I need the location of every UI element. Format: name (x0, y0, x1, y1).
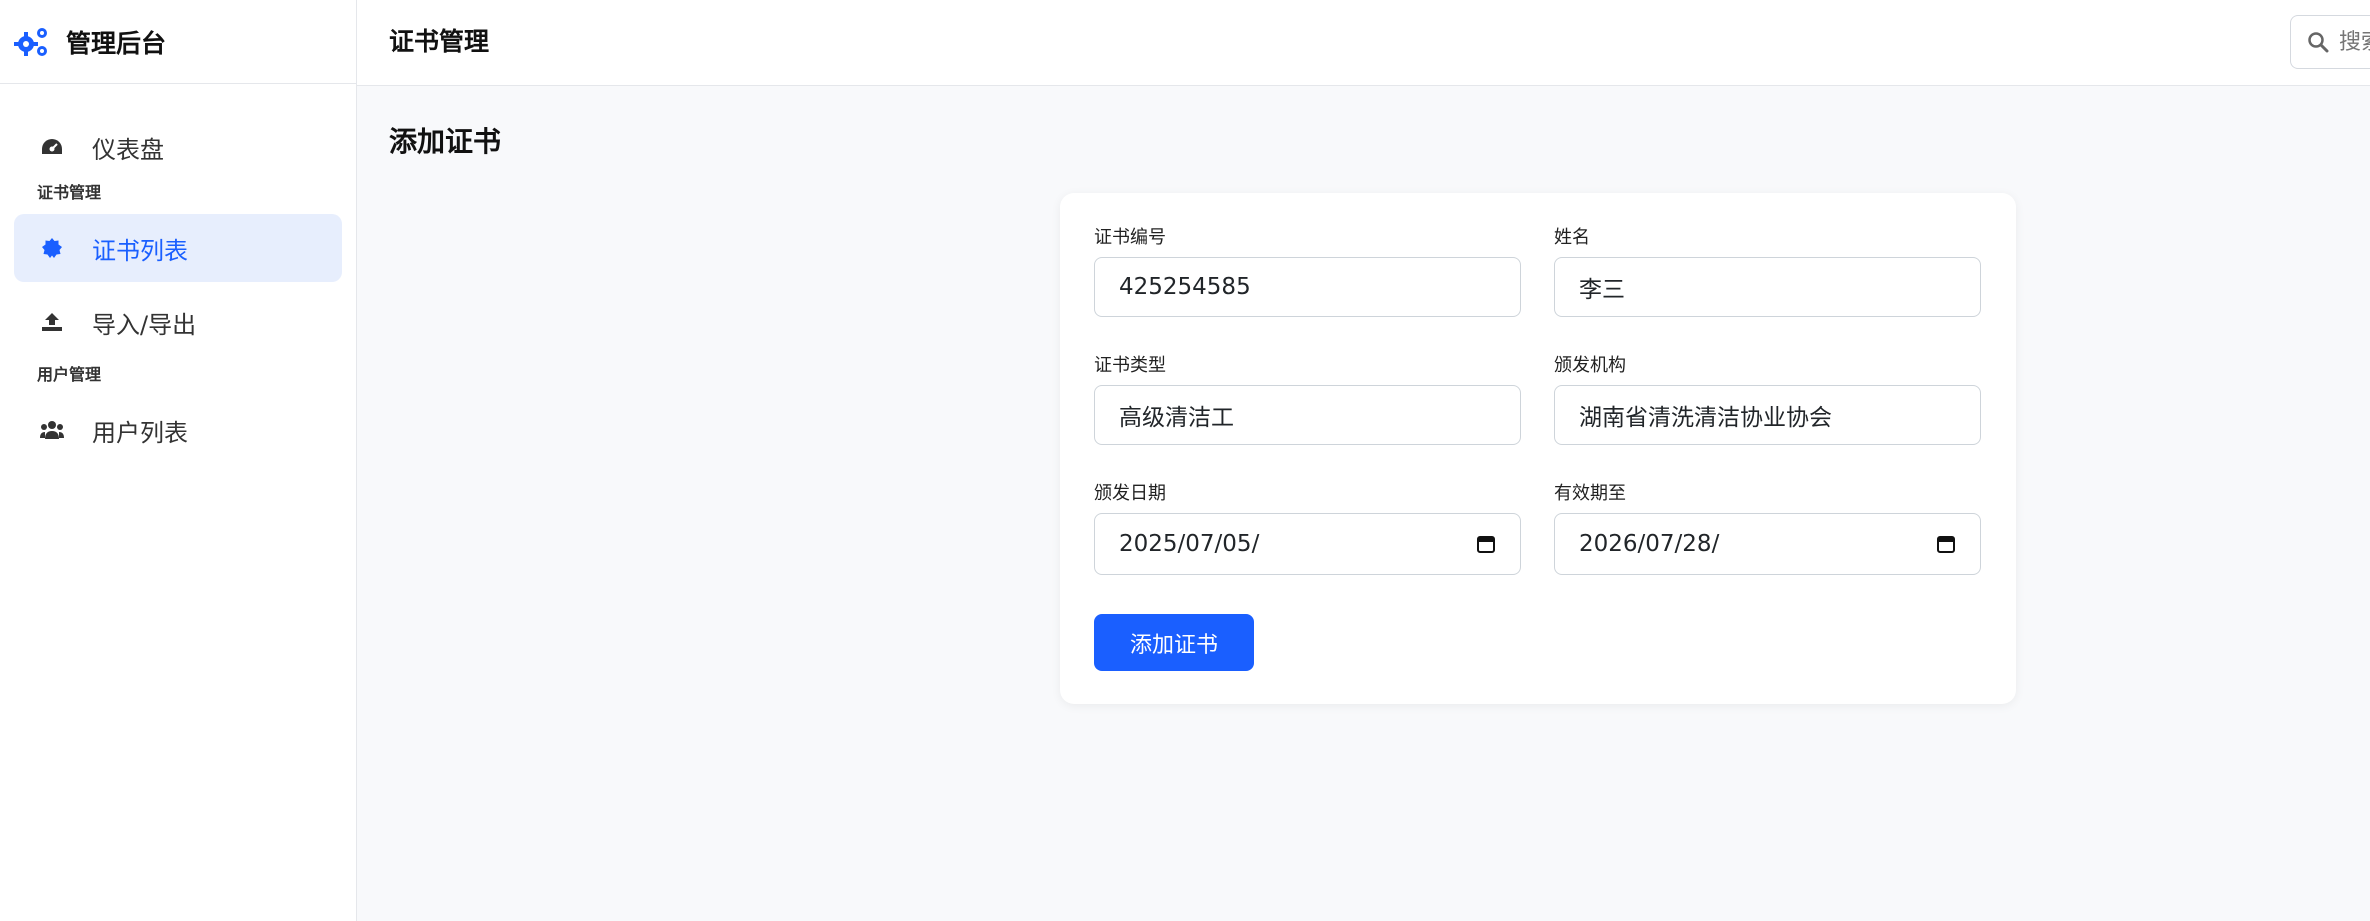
cert-number-label: 证书编号 (1094, 227, 1166, 248)
calendar-icon[interactable] (1476, 534, 1496, 554)
cert-number-value: 425254585 (1119, 274, 1251, 300)
users-icon (40, 418, 64, 442)
issuer-input[interactable]: 湖南省清洗清洁协业协会 (1554, 385, 1981, 445)
sidebar-item-dashboard[interactable]: 仪表盘 (14, 120, 342, 174)
cert-type-input[interactable]: 高级清洁工 (1094, 385, 1521, 445)
sidebar-item-cert-list[interactable]: 证书列表 (14, 214, 342, 282)
sidebar-section-cert: 证书管理 (37, 183, 102, 202)
cert-number-field-group: 证书编号 425254585 (1094, 223, 1521, 317)
sidebar-item-label: 导入/导出 (92, 310, 197, 339)
issuer-value: 湖南省清洗清洁协业协会 (1579, 405, 1832, 431)
sidebar-nav: 仪表盘 证书管理 证书列表 导入/导出 用户管理 用户列表 (0, 84, 356, 464)
app-title: 管理后台 (66, 28, 167, 58)
name-field-group: 姓名 李三 (1554, 223, 1981, 317)
sidebar-item-label: 仪表盘 (92, 135, 164, 164)
sidebar-item-label: 用户列表 (92, 418, 188, 447)
issue-date-value: 2025/07/05/ (1119, 531, 1260, 557)
name-input[interactable]: 李三 (1554, 257, 1981, 317)
name-value: 李三 (1579, 277, 1625, 303)
search-input[interactable] (2339, 29, 2370, 55)
issuer-label: 颁发机构 (1554, 355, 1626, 376)
header-title: 证书管理 (389, 27, 490, 56)
name-label: 姓名 (1554, 227, 1590, 248)
sidebar-item-user-list[interactable]: 用户列表 (14, 396, 342, 464)
issue-date-label: 颁发日期 (1094, 483, 1166, 504)
issue-date-input[interactable]: 2025/07/05/ (1094, 513, 1521, 575)
expiry-date-label: 有效期至 (1554, 483, 1626, 504)
gears-icon (14, 27, 47, 56)
search-icon (2308, 32, 2329, 53)
app: 管理后台 仪表盘 证书管理 证书列表 导入/导出 用户管理 用户列表 证书管理 … (0, 0, 2370, 921)
cert-type-field-group: 证书类型 高级清洁工 (1094, 351, 1521, 445)
dashboard-icon (40, 135, 64, 159)
add-certificate-form: 证书编号 425254585 姓名 李三 证书类型 高级清洁工 颁发机构 湖南省… (1060, 193, 2016, 704)
sidebar-item-import-export[interactable]: 导入/导出 (14, 288, 342, 356)
expiry-date-value: 2026/07/28/ (1579, 531, 1720, 557)
cert-number-input[interactable]: 425254585 (1094, 257, 1521, 317)
issue-date-field-group: 颁发日期 2025/07/05/ (1094, 479, 1521, 575)
expiry-date-field-group: 有效期至 2026/07/28/ (1554, 479, 1981, 575)
expiry-date-input[interactable]: 2026/07/28/ (1554, 513, 1981, 575)
cert-type-value: 高级清洁工 (1119, 405, 1234, 431)
upload-icon (40, 310, 64, 334)
top-header: 证书管理 (357, 0, 2370, 86)
calendar-icon[interactable] (1936, 534, 1956, 554)
issuer-field-group: 颁发机构 湖南省清洗清洁协业协会 (1554, 351, 1981, 445)
add-certificate-button[interactable]: 添加证书 (1094, 614, 1254, 671)
sidebar: 管理后台 仪表盘 证书管理 证书列表 导入/导出 用户管理 用户列表 (0, 0, 357, 921)
cert-type-label: 证书类型 (1094, 355, 1166, 376)
page-title: 添加证书 (389, 125, 502, 158)
search-box[interactable] (2290, 15, 2370, 69)
sidebar-section-user: 用户管理 (37, 365, 102, 384)
sidebar-item-label: 证书列表 (92, 236, 188, 265)
badge-icon (40, 236, 64, 260)
brand[interactable]: 管理后台 (0, 0, 356, 84)
